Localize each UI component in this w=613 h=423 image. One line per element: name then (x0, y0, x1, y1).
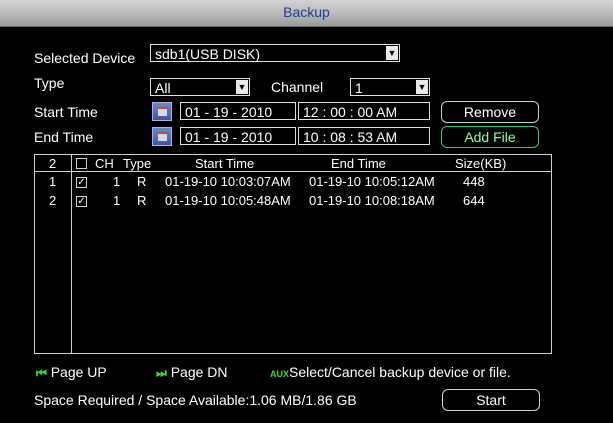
space-info: Space Required / Space Available:1.06 MB… (34, 392, 357, 408)
row-type: R (137, 174, 147, 189)
header-end-time: End Time (331, 156, 386, 171)
aux-tag: AUX (270, 369, 290, 379)
chevron-down-icon: ▼ (236, 80, 248, 94)
device-value: sdb1(USB DISK) (155, 46, 261, 62)
header-ch: CH (95, 156, 114, 171)
table-header: 2 CH Type Start Time End Time Size(KB) (35, 155, 551, 172)
type-value: All (155, 80, 171, 96)
calendar-icon[interactable] (152, 102, 172, 121)
channel-label: Channel (271, 79, 324, 95)
start-date-input[interactable]: 01 - 19 - 2010 (180, 102, 296, 120)
row-number: 1 (49, 174, 57, 189)
row-start: 01-19-10 10:05:48AM (165, 193, 291, 208)
channel-select[interactable]: 1 ▼ (350, 78, 430, 96)
row-end: 01-19-10 10:08:18AM (309, 193, 435, 208)
row-ch: 1 (113, 174, 121, 189)
table-row[interactable]: 2 ✓ 1 R 01-19-10 10:05:48AM 01-19-10 10:… (35, 193, 551, 210)
row-checkbox[interactable]: ✓ (76, 196, 87, 207)
device-label: Selected Device (34, 50, 136, 66)
window-title: Backup (283, 4, 330, 20)
chevron-down-icon: ▼ (416, 80, 428, 94)
calendar-icon[interactable] (152, 127, 172, 146)
file-table: 2 CH Type Start Time End Time Size(KB) 1… (34, 154, 552, 354)
start-button[interactable]: Start (442, 389, 540, 411)
table-row[interactable]: 1 ✓ 1 R 01-19-10 10:03:07AM 01-19-10 10:… (35, 174, 551, 191)
select-all-checkbox[interactable] (76, 158, 87, 169)
device-select[interactable]: sdb1(USB DISK) ▼ (150, 44, 400, 62)
add-file-button[interactable]: Add File (441, 126, 539, 148)
end-date-input[interactable]: 01 - 19 - 2010 (180, 127, 296, 145)
header-size: Size(KB) (455, 156, 507, 171)
page-dn-label: Page DN (170, 364, 228, 380)
start-time-label: Start Time (34, 104, 98, 120)
title-bar: Backup (0, 0, 613, 27)
row-start: 01-19-10 10:03:07AM (165, 174, 291, 189)
start-time-input[interactable]: 12 : 00 : 00 AM (298, 102, 430, 120)
row-number: 2 (49, 193, 57, 208)
aux-hint: AUXSelect/Cancel backup device or file. (270, 364, 511, 380)
page-dn-link[interactable]: ⏭ Page DN (156, 364, 228, 381)
page-up-label: Page UP (50, 364, 107, 380)
type-label: Type (34, 75, 65, 91)
end-time-label: End Time (34, 129, 94, 145)
chevron-down-icon: ▼ (386, 46, 398, 60)
aux-hint-text: Select/Cancel backup device or file. (289, 364, 511, 380)
skip-back-icon: ⏮ (36, 366, 47, 380)
row-type: R (137, 193, 147, 208)
type-select[interactable]: All ▼ (150, 78, 250, 96)
channel-value: 1 (355, 80, 363, 96)
row-ch: 1 (113, 193, 121, 208)
remove-button[interactable]: Remove (441, 101, 539, 123)
row-checkbox[interactable]: ✓ (76, 177, 87, 188)
header-type: Type (123, 156, 152, 171)
skip-forward-icon: ⏭ (156, 366, 167, 380)
end-time-input[interactable]: 10 : 08 : 53 AM (298, 127, 430, 145)
row-size: 644 (463, 193, 485, 208)
backup-window: Backup Selected Device sdb1(USB DISK) ▼ … (0, 0, 613, 423)
header-start-time: Start Time (195, 156, 255, 171)
page-up-link[interactable]: ⏮ Page UP (36, 364, 107, 381)
file-count: 2 (49, 156, 57, 171)
row-end: 01-19-10 10:05:12AM (309, 174, 435, 189)
row-size: 448 (463, 174, 485, 189)
